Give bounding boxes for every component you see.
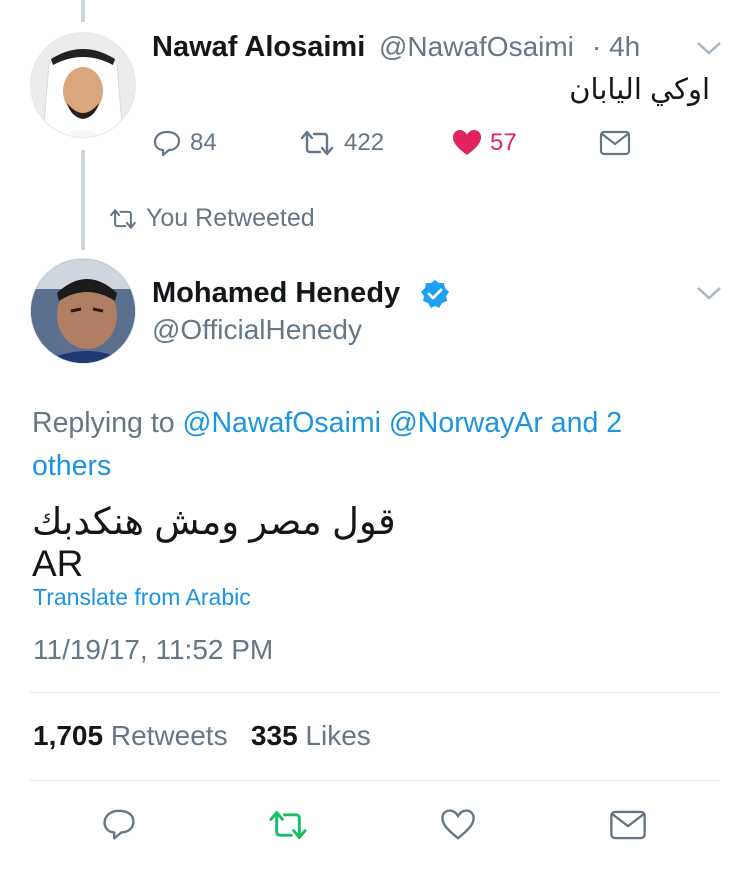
translate-link[interactable]: Translate from Arabic [33,584,251,611]
replying-to-prefix: Replying to [32,407,183,439]
tweet1-chevron-down-icon[interactable] [696,40,722,56]
stats-divider-top [30,692,720,693]
retweet-small-icon [110,208,136,229]
stats-divider-bottom [30,780,720,781]
like-count: 335 [250,720,298,751]
reply-user-link-norway[interactable]: @NorwayAr [389,407,543,439]
envelope-icon [599,130,631,156]
heart-filled-icon [453,130,481,155]
retweet-label: Retweets [110,720,228,751]
thread-line-middle [81,150,85,250]
tweet1-like-count: 57 [490,129,517,156]
tweet1-retweet-button[interactable]: 422 [298,128,384,158]
tweet1-retweet-count: 422 [344,129,385,156]
verified-badge-icon [421,280,449,308]
retweet-icon [300,130,334,156]
tweet2-chevron-down-icon[interactable] [696,285,722,301]
like-count-link[interactable]: 335 Likes [251,720,371,751]
tweet1-like-button[interactable]: 57 [452,128,517,158]
tweet1-author-name[interactable]: Nawaf Alosaimi [152,31,365,64]
tweet2-author-handle[interactable]: @OfficialHenedy [152,314,362,346]
like-label: Likes [305,720,371,751]
tweet2-stats: 1,705 Retweets 335 Likes [33,720,371,752]
reply-user-link-nawaf[interactable]: @NawafOsaimi [183,407,381,439]
tweet2-envelope-icon[interactable] [609,809,647,841]
tweet2-reply-icon[interactable] [101,806,137,842]
you-retweeted-label: You Retweeted [146,204,315,232]
you-retweeted-notice: You Retweeted [108,204,315,233]
tweet1-author-handle[interactable]: @NawafOsaimi [379,31,574,63]
tweet1-reply-count: 84 [190,129,217,156]
tweet1-text: اوكي اليابان [569,74,710,106]
tweet2-heart-icon[interactable] [440,807,476,843]
reply-icon [153,130,181,157]
avatar-nawaf[interactable] [30,32,136,138]
thread-line-top [81,0,85,22]
avatar-henedy[interactable] [30,258,136,364]
tweet2-author-name[interactable]: Mohamed Henedy [152,277,400,310]
replying-to-line: Replying to @NawafOsaimi @NorwayAr and 2… [32,402,692,488]
tweet2-timestamp: 11/19/17, 11:52 PM [33,634,274,665]
tweet2-text: قول مصر ومش هنكدبك AR [32,501,396,584]
retweet-count-link[interactable]: 1,705 Retweets [33,720,228,751]
tweet1-reply-button[interactable]: 84 [152,128,217,158]
tweet2-retweet-icon[interactable] [266,808,310,842]
tweet1-time: · 4h [592,31,641,62]
tweet1-dm-button[interactable] [599,130,631,156]
retweet-count: 1,705 [33,720,104,751]
